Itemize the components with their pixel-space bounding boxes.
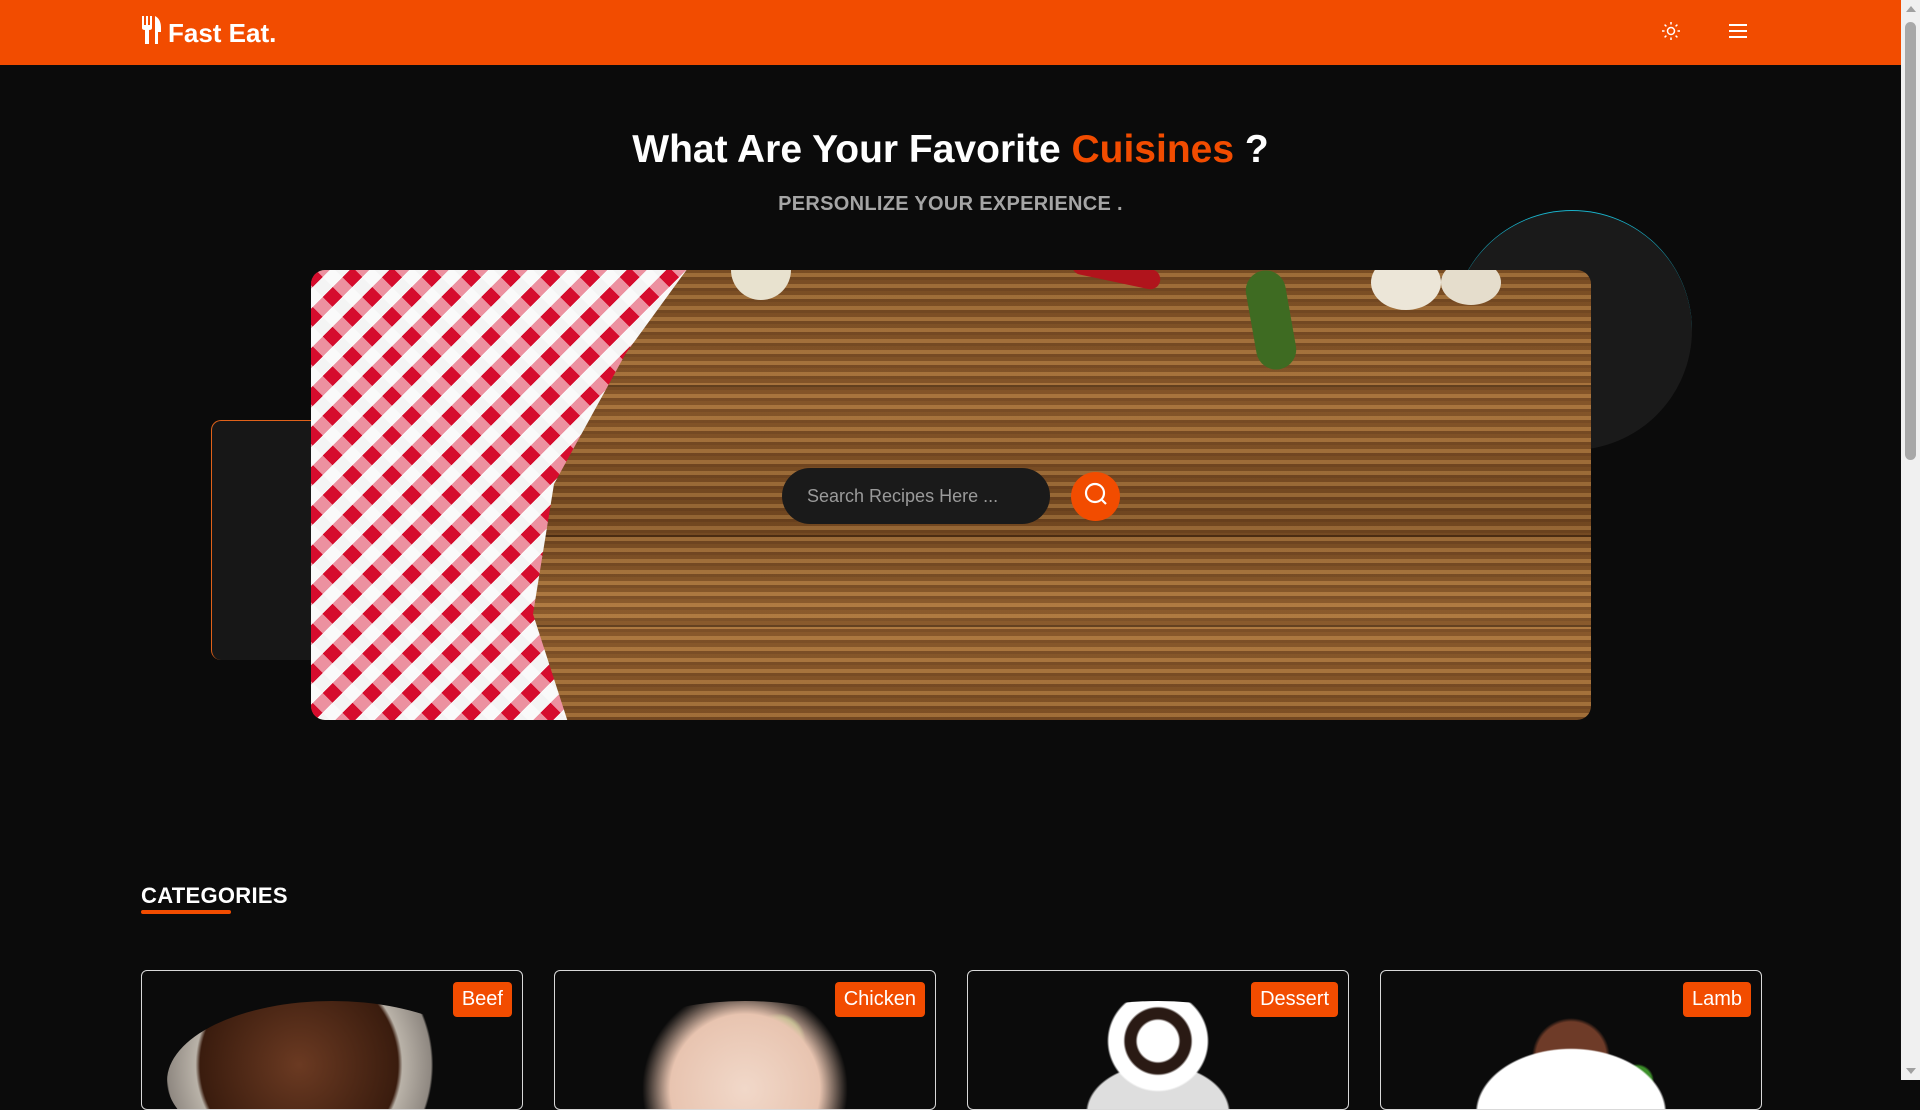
search-button[interactable] (1071, 471, 1120, 521)
garlic-decoration (731, 270, 791, 300)
category-list: Beef Chicken Dessert Lamb (141, 970, 1762, 1110)
lamb-image (1406, 1001, 1736, 1109)
category-badge: Beef (452, 982, 512, 1017)
chicken-image (580, 1001, 910, 1109)
hero-title-suffix: ? (1234, 128, 1269, 171)
mushroom-decoration (1441, 270, 1501, 305)
dessert-image (993, 1001, 1323, 1109)
brand-name: Fast Eat. (168, 18, 277, 48)
category-card-dessert[interactable]: Dessert (967, 970, 1349, 1110)
category-badge: Lamb (1682, 982, 1751, 1017)
fork-knife-icon (140, 16, 162, 51)
search-icon (1083, 481, 1109, 512)
mushroom-decoration (1371, 270, 1441, 310)
scroll-up-arrow-icon[interactable] (1906, 6, 1916, 12)
checkered-tablecloth (311, 270, 701, 720)
hamburger-menu-icon (1728, 23, 1748, 44)
rosemary-decoration (1242, 270, 1300, 373)
category-card-lamb[interactable]: Lamb (1380, 970, 1762, 1110)
category-card-beef[interactable]: Beef (141, 970, 523, 1110)
beef-image (167, 1001, 497, 1109)
search-input[interactable] (782, 468, 1050, 524)
hero-subtitle: PERSONLIZE YOUR EXPERIENCE . (778, 193, 1123, 215)
scrollbar-thumb[interactable] (1905, 22, 1916, 460)
brand-logo-link[interactable]: Fast Eat. (140, 16, 276, 51)
hero-title-prefix: What Are Your Favorite (632, 128, 1072, 171)
sun-icon (1661, 21, 1681, 46)
categories-underline (141, 910, 231, 914)
page-scrollbar[interactable] (1901, 0, 1920, 1080)
hero-title-accent: Cuisines (1071, 128, 1235, 171)
category-badge: Dessert (1251, 982, 1338, 1017)
scroll-down-arrow-icon[interactable] (1906, 1068, 1916, 1074)
categories-heading: CATEGORIES (141, 883, 288, 908)
menu-button[interactable] (1723, 18, 1753, 48)
top-navbar: Fast Eat. (0, 0, 1901, 65)
recipe-search (782, 468, 1120, 524)
hero-title: What Are Your Favorite Cuisines ? (0, 128, 1901, 172)
chili-decoration (1069, 270, 1163, 292)
category-badge: Chicken (834, 982, 925, 1017)
theme-toggle-button[interactable] (1656, 18, 1686, 48)
category-card-chicken[interactable]: Chicken (554, 970, 936, 1110)
